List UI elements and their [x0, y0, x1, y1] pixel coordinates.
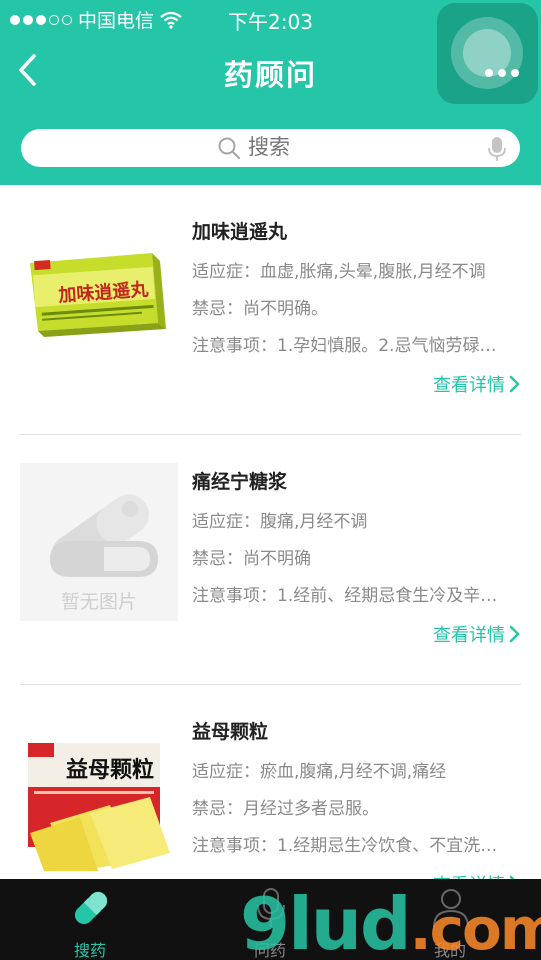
watermark: 9lud.com [240, 882, 541, 960]
product-box-image: 加味逍遥丸 [30, 253, 166, 337]
medicine-contraindications: 禁忌：尚不明确 [192, 549, 311, 569]
list-item[interactable]: 暂无图片 痛经宁糖浆 适应症：腹痛,月经不调 禁忌：尚不明确 注意事项：1.经前… [0, 435, 541, 685]
header-bar: 中国电信 下午2:03 药顾问 [0, 0, 541, 185]
product-box-image: 益母颗粒 [28, 743, 170, 871]
medicine-precautions: 注意事项：1.孕妇慎服。2.忌气恼劳碌… [192, 336, 497, 356]
search-input[interactable] [248, 135, 428, 159]
medicine-name: 痛经宁糖浆 [192, 471, 288, 493]
search-bar[interactable] [21, 129, 520, 167]
medicine-contraindications: 禁忌：尚不明确。 [192, 299, 328, 319]
medicine-contraindications: 禁忌：月经过多者忌服。 [192, 799, 379, 819]
capsule-icon [74, 891, 108, 925]
view-detail-label: 查看详情 [433, 375, 505, 396]
view-detail-link[interactable]: 查看详情 [433, 621, 521, 647]
view-detail-link[interactable]: 查看详情 [433, 371, 521, 397]
view-detail-label: 查看详情 [433, 625, 505, 646]
medicine-precautions: 注意事项：1.经前、经期忌食生冷及辛… [192, 586, 498, 606]
svg-text:益母颗粒: 益母颗粒 [66, 757, 154, 783]
medicine-indications: 适应症：血虚,胀痛,头晕,腹胀,月经不调 [192, 262, 486, 282]
product-image: 加味逍遥丸 [20, 213, 178, 371]
microphone-icon[interactable] [487, 136, 507, 162]
tab-label: 搜药 [73, 941, 106, 960]
product-image: 益母颗粒 [20, 713, 178, 871]
product-image: 暂无图片 [20, 463, 178, 621]
medicine-indications: 适应症：腹痛,月经不调 [192, 512, 368, 532]
page-title: 药顾问 [223, 58, 317, 92]
chevron-right-icon [509, 375, 520, 393]
search-icon [218, 137, 241, 160]
medicine-precautions: 注意事项：1.经期忌生冷饮食、不宜洗… [192, 836, 498, 856]
no-image-label: 暂无图片 [61, 591, 137, 613]
tab-search-medicine[interactable]: 搜药 [30, 879, 150, 960]
medicine-indications: 适应症：瘀血,腹痛,月经不调,痛经 [192, 762, 447, 782]
list-item[interactable]: 加味逍遥丸 加味逍遥丸 适应症：血虚,胀痛,头晕,腹胀,月经不调 禁忌：尚不明确… [0, 185, 541, 435]
chevron-right-icon [509, 625, 520, 643]
medicine-name: 益母颗粒 [192, 721, 269, 743]
medicine-name: 加味逍遥丸 [192, 221, 288, 243]
image-placeholder-icon: 暂无图片 [50, 494, 158, 613]
